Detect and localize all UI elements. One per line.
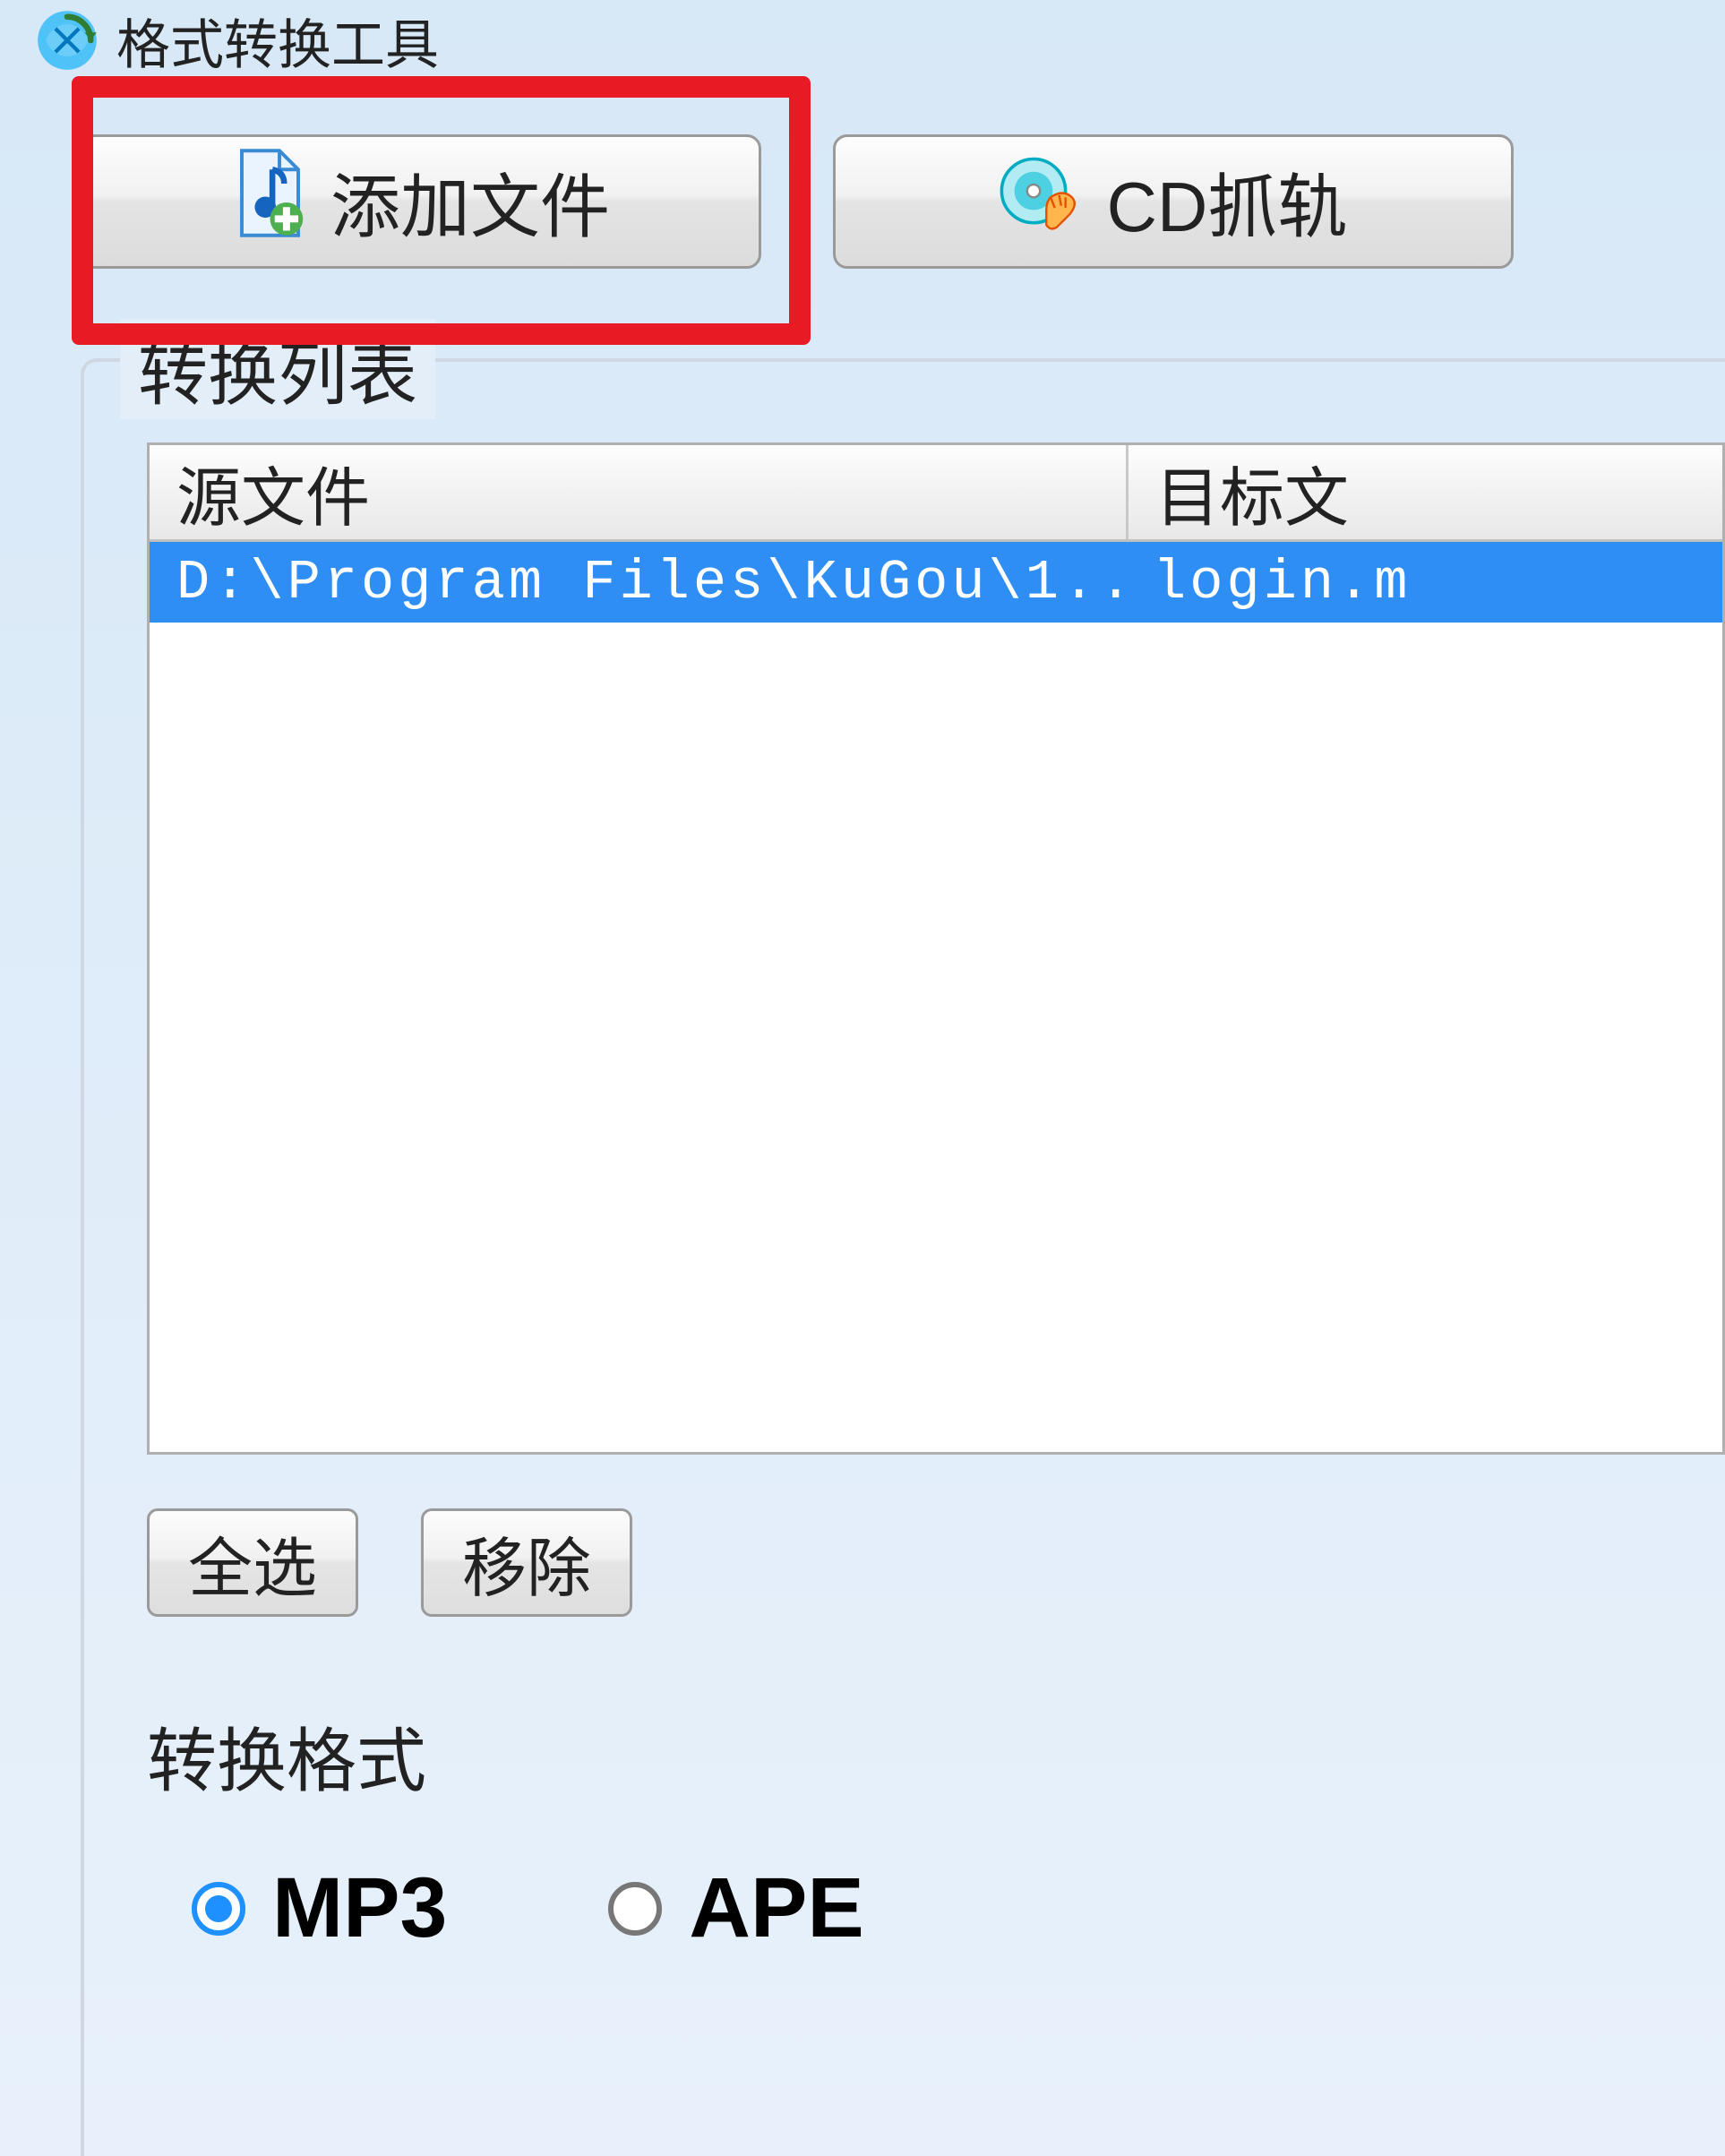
radio-icon bbox=[192, 1882, 245, 1936]
add-file-button[interactable]: 添加文件 bbox=[81, 134, 761, 269]
cd-rip-label: CD抓轨 bbox=[1107, 151, 1348, 252]
format-label: MP3 bbox=[272, 1860, 447, 1957]
cd-grab-icon bbox=[1000, 150, 1085, 253]
column-source-file[interactable]: 源文件 bbox=[150, 445, 1129, 539]
cd-rip-button[interactable]: CD抓轨 bbox=[833, 134, 1514, 269]
target-path-cell: login.m bbox=[1126, 551, 1722, 614]
select-all-label: 全选 bbox=[188, 1516, 317, 1610]
conversion-list-title: 转换列表 bbox=[120, 319, 435, 419]
file-list-body: D:\Program Files\KuGou\1.. login.m bbox=[150, 542, 1722, 1452]
column-target-file[interactable]: 目标文 bbox=[1129, 445, 1722, 539]
output-format-group: 转换格式 MP3 APE bbox=[147, 1705, 1725, 1957]
radio-icon bbox=[608, 1882, 662, 1936]
toolbar: 添加文件 CD抓轨 bbox=[81, 134, 1725, 291]
remove-button[interactable]: 移除 bbox=[421, 1508, 632, 1617]
source-path-cell: D:\Program Files\KuGou\1.. bbox=[150, 551, 1126, 614]
remove-label: 移除 bbox=[462, 1516, 591, 1610]
window-title: 格式转换工具 bbox=[116, 2, 439, 80]
titlebar: 格式转换工具 bbox=[0, 0, 1725, 81]
add-file-label: 添加文件 bbox=[330, 151, 610, 252]
list-action-buttons: 全选 移除 bbox=[147, 1508, 632, 1617]
file-list[interactable]: 源文件 目标文 D:\Program Files\KuGou\1.. login… bbox=[147, 442, 1725, 1455]
output-format-title: 转换格式 bbox=[147, 1705, 1725, 1806]
file-list-row[interactable]: D:\Program Files\KuGou\1.. login.m bbox=[150, 542, 1722, 623]
music-file-add-icon bbox=[232, 146, 308, 257]
format-radio-ape[interactable]: APE bbox=[608, 1860, 863, 1957]
conversion-list-group: 转换列表 源文件 目标文 D:\Program Files\KuGou\1.. … bbox=[81, 358, 1725, 2156]
format-radio-row: MP3 APE bbox=[147, 1860, 1725, 1957]
file-list-header: 源文件 目标文 bbox=[150, 445, 1722, 542]
format-converter-window: 格式转换工具 添加文件 bbox=[0, 0, 1725, 2156]
format-radio-mp3[interactable]: MP3 bbox=[192, 1860, 447, 1957]
format-label: APE bbox=[689, 1860, 863, 1957]
app-icon bbox=[36, 9, 99, 72]
select-all-button[interactable]: 全选 bbox=[147, 1508, 358, 1617]
